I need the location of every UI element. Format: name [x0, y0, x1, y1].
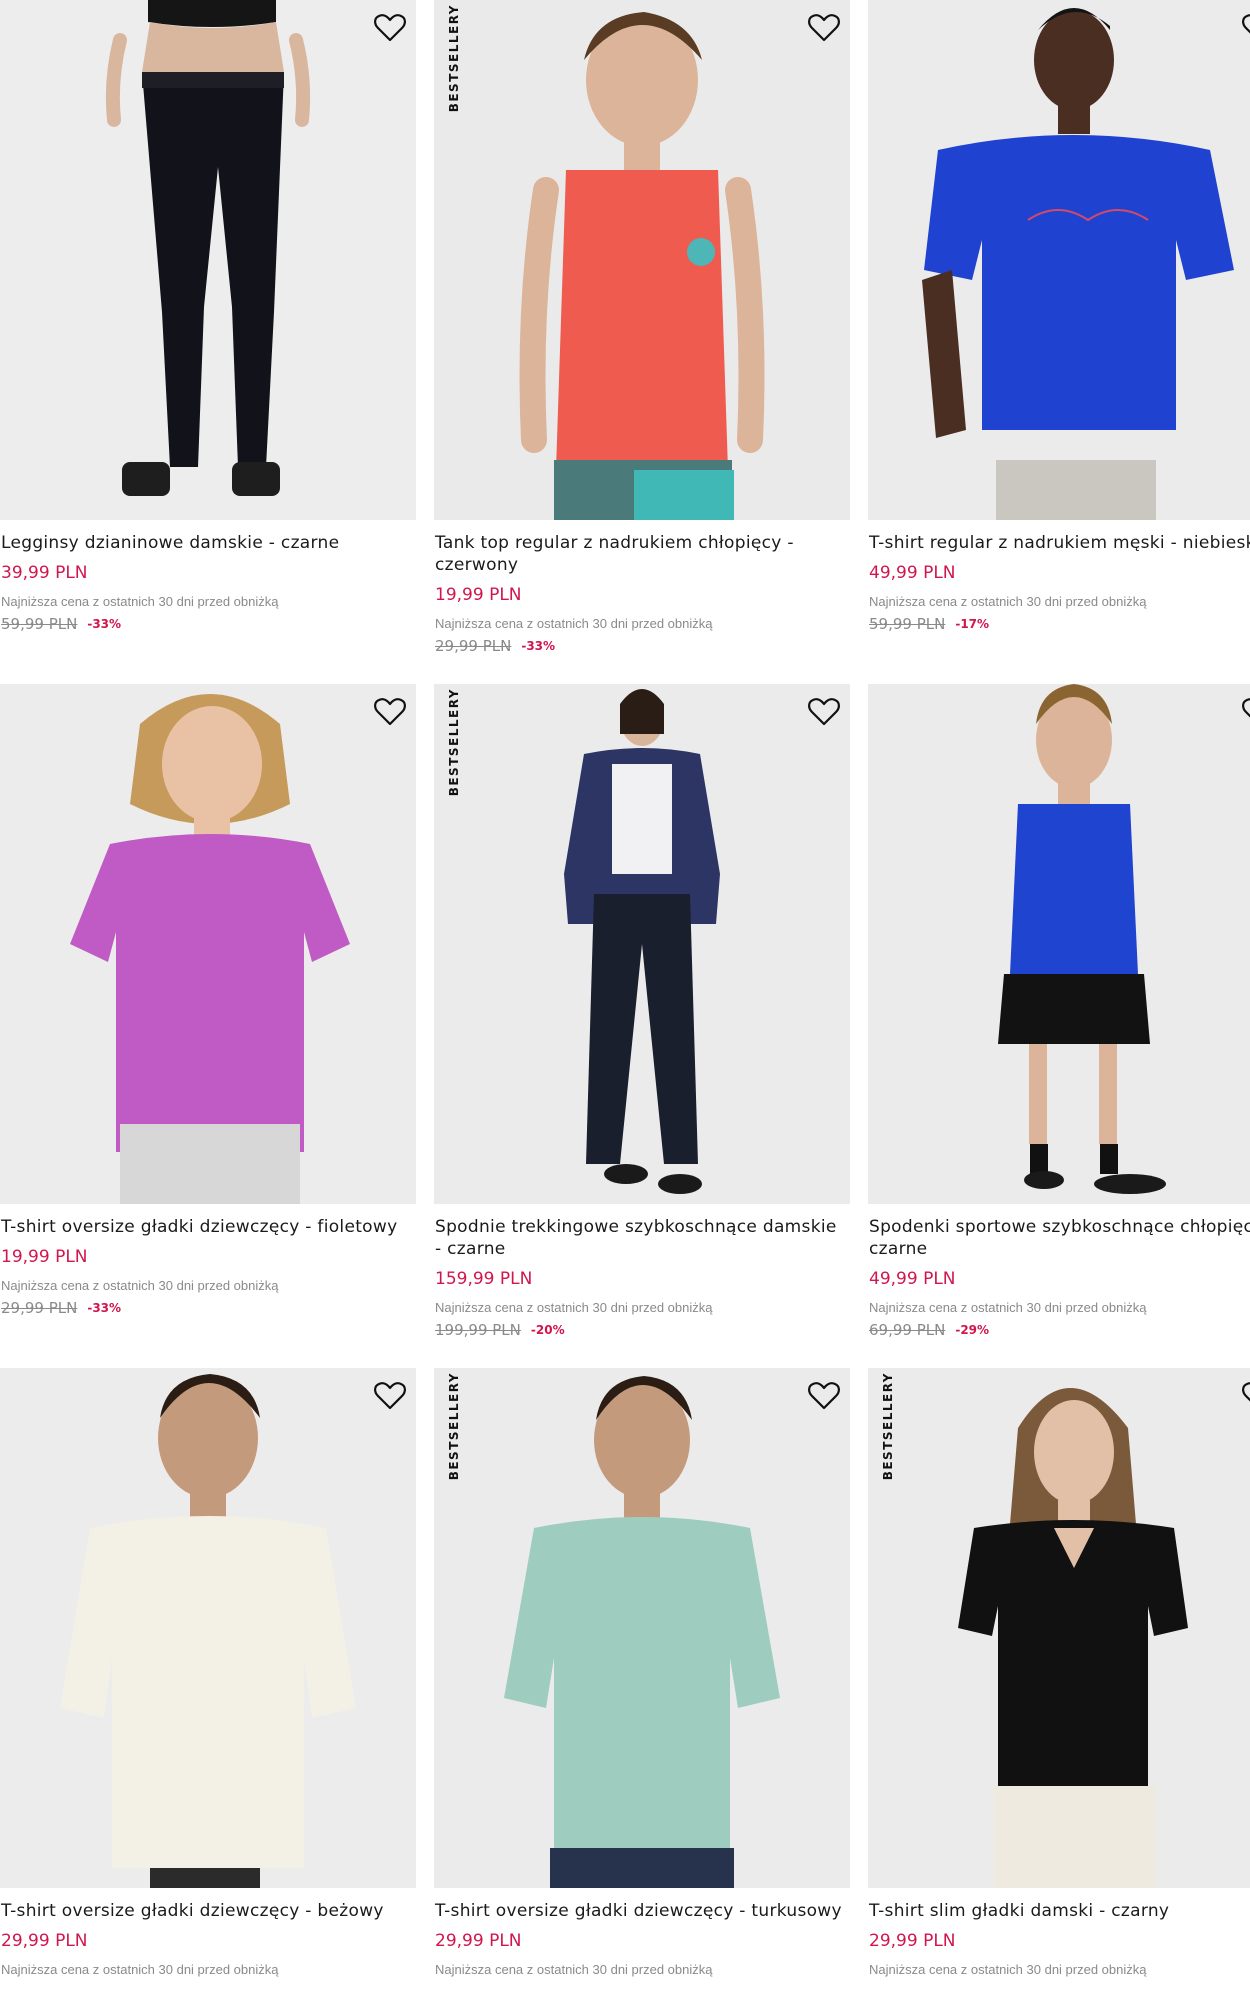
product-price: 159,99 PLN	[435, 1269, 533, 1289]
product-image[interactable]: BESTSELLERY	[434, 684, 850, 1204]
product-title[interactable]: T-shirt slim gładki damski - czarny	[869, 1900, 1250, 1922]
lowest-price-note: Najniższa cena z ostatnich 30 dni przed …	[869, 1300, 1147, 1315]
wishlist-heart-icon[interactable]	[372, 1378, 408, 1414]
wishlist-heart-icon[interactable]	[806, 1378, 842, 1414]
product-photo-tshirt-beige	[0, 1368, 416, 1888]
product-photo-tshirt-blue	[868, 0, 1250, 520]
product-price: 29,99 PLN	[435, 1931, 522, 1951]
product-title[interactable]: T-shirt oversize gładki dziewczęcy - tur…	[435, 1900, 846, 1922]
product-title[interactable]: Spodnie trekkingowe szybkoschnące damski…	[435, 1216, 846, 1260]
product-card[interactable]: BESTSELLERY T-shirt slim gładki damski -…	[868, 1368, 1250, 1978]
wishlist-heart-icon[interactable]	[806, 694, 842, 730]
lowest-price-note: Najniższa cena z ostatnich 30 dni przed …	[435, 616, 713, 631]
bestseller-badge: BESTSELLERY	[881, 1372, 895, 1481]
wishlist-heart-icon[interactable]	[1240, 10, 1250, 46]
wishlist-heart-icon[interactable]	[1240, 1378, 1250, 1414]
product-price: 49,99 PLN	[869, 1269, 956, 1289]
product-grid: Legginsy dzianinowe damskie - czarne 39,…	[0, 0, 1250, 1992]
product-card[interactable]: T-shirt oversize gładki dziewczęcy - fio…	[0, 684, 416, 1317]
product-image[interactable]	[0, 0, 416, 520]
product-title[interactable]: T-shirt oversize gładki dziewczęcy - beż…	[1, 1900, 412, 1922]
lowest-price-note: Najniższa cena z ostatnich 30 dni przed …	[869, 1962, 1147, 1977]
product-title[interactable]: T-shirt oversize gładki dziewczęcy - fio…	[1, 1216, 412, 1238]
product-photo-trekking-pants	[434, 684, 850, 1204]
product-card[interactable]: T-shirt oversize gładki dziewczęcy - beż…	[0, 1368, 416, 1978]
discount-badge: -33%	[521, 639, 556, 653]
discount-badge: -20%	[530, 1323, 565, 1337]
product-photo-tshirt-black	[868, 1368, 1250, 1888]
product-card[interactable]: Legginsy dzianinowe damskie - czarne 39,…	[0, 0, 416, 633]
product-card[interactable]: BESTSELLERY T-shirt oversize gładki dzie…	[434, 1368, 850, 1978]
product-price: 19,99 PLN	[1, 1247, 88, 1267]
discount-badge: -33%	[87, 617, 122, 631]
product-card[interactable]: Spodenki sportowe szybkoschnące chłopięc…	[868, 684, 1250, 1339]
old-price: 69,99 PLN	[869, 1321, 946, 1339]
old-price: 29,99 PLN	[1, 1299, 78, 1317]
product-price: 19,99 PLN	[435, 585, 522, 605]
wishlist-heart-icon[interactable]	[372, 10, 408, 46]
product-image[interactable]	[0, 684, 416, 1204]
lowest-price-note: Najniższa cena z ostatnich 30 dni przed …	[1, 594, 279, 609]
lowest-price-note: Najniższa cena z ostatnich 30 dni przed …	[869, 594, 1147, 609]
old-price: 59,99 PLN	[1, 615, 78, 633]
lowest-price-note: Najniższa cena z ostatnich 30 dni przed …	[435, 1300, 713, 1315]
discount-badge: -17%	[955, 617, 990, 631]
discount-badge: -29%	[955, 1323, 990, 1337]
product-card[interactable]: BESTSELLERY Spodnie trekkingowe szybkosc…	[434, 684, 850, 1339]
product-title[interactable]: Legginsy dzianinowe damskie - czarne	[1, 532, 412, 554]
old-price: 29,99 PLN	[435, 637, 512, 655]
lowest-price-note: Najniższa cena z ostatnich 30 dni przed …	[435, 1962, 713, 1977]
product-photo-tshirt-purple	[0, 684, 416, 1204]
product-image[interactable]	[868, 684, 1250, 1204]
wishlist-heart-icon[interactable]	[806, 10, 842, 46]
product-image[interactable]: BESTSELLERY	[868, 1368, 1250, 1888]
product-price: 49,99 PLN	[869, 563, 956, 583]
product-photo-tank-top	[434, 0, 850, 520]
product-photo-leggings	[0, 0, 416, 520]
bestseller-badge: BESTSELLERY	[447, 688, 461, 797]
product-photo-sport-shorts	[868, 684, 1250, 1204]
old-price: 199,99 PLN	[435, 1321, 521, 1339]
wishlist-heart-icon[interactable]	[1240, 694, 1250, 730]
product-column-right: T-shirt regular z nadrukiem męski - nieb…	[868, 0, 1250, 1992]
discount-badge: -33%	[87, 1301, 122, 1315]
product-price: 29,99 PLN	[1, 1931, 88, 1951]
lowest-price-note: Najniższa cena z ostatnich 30 dni przed …	[1, 1278, 279, 1293]
product-image[interactable]	[0, 1368, 416, 1888]
wishlist-heart-icon[interactable]	[372, 694, 408, 730]
product-title[interactable]: Tank top regular z nadrukiem chłopięcy -…	[435, 532, 846, 576]
product-card[interactable]: T-shirt regular z nadrukiem męski - nieb…	[868, 0, 1250, 633]
product-image[interactable]: BESTSELLERY	[434, 0, 850, 520]
product-price: 29,99 PLN	[869, 1931, 956, 1951]
product-photo-tshirt-turquoise	[434, 1368, 850, 1888]
product-title[interactable]: Spodenki sportowe szybkoschnące chłopięc…	[869, 1216, 1250, 1260]
product-card[interactable]: BESTSELLERY Tank top regular z nadrukiem…	[434, 0, 850, 655]
product-image[interactable]	[868, 0, 1250, 520]
lowest-price-note: Najniższa cena z ostatnich 30 dni przed …	[1, 1962, 279, 1977]
old-price: 59,99 PLN	[869, 615, 946, 633]
bestseller-badge: BESTSELLERY	[447, 1372, 461, 1481]
product-title[interactable]: T-shirt regular z nadrukiem męski - nieb…	[869, 532, 1250, 554]
bestseller-badge: BESTSELLERY	[447, 4, 461, 113]
product-price: 39,99 PLN	[1, 563, 88, 583]
product-image[interactable]: BESTSELLERY	[434, 1368, 850, 1888]
